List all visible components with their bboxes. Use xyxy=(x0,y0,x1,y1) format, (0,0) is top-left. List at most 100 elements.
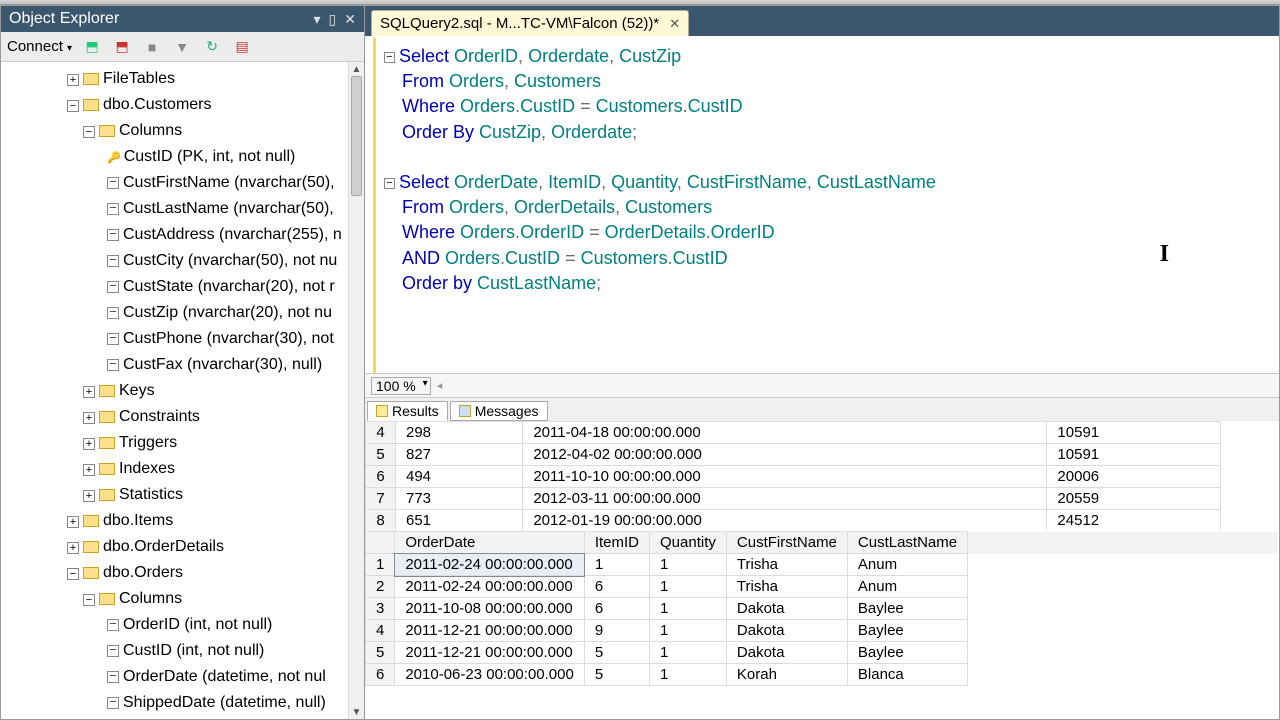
collapse-icon[interactable]: − xyxy=(83,594,95,606)
column-header[interactable]: CustLastName xyxy=(847,532,967,554)
cell[interactable]: 773 xyxy=(396,488,523,510)
cell[interactable]: 2011-02-24 00:00:00.000 xyxy=(395,576,584,598)
scroll-up-icon[interactable]: ▲ xyxy=(349,62,364,76)
cell[interactable]: 2012-04-02 00:00:00.000 xyxy=(523,444,1047,466)
collapse-icon[interactable]: − xyxy=(67,568,79,580)
row-header[interactable]: 5 xyxy=(366,642,395,664)
cell[interactable]: Baylee xyxy=(847,642,967,664)
collapse-icon[interactable]: − xyxy=(83,126,95,138)
cell[interactable]: 6 xyxy=(584,576,649,598)
tree-node-indexes[interactable]: Indexes xyxy=(119,460,175,477)
cell[interactable]: 1 xyxy=(650,642,727,664)
cell[interactable]: 2010-06-23 00:00:00.000 xyxy=(395,664,584,686)
tree-node-orders[interactable]: dbo.Orders xyxy=(103,564,183,581)
connect-icon[interactable]: ⬒ xyxy=(82,37,102,57)
tree-node-orderdetails[interactable]: dbo.OrderDetails xyxy=(103,538,224,555)
row-header[interactable]: 4 xyxy=(366,422,396,444)
tree-node-keys[interactable]: Keys xyxy=(119,382,155,399)
scroll-thumb[interactable] xyxy=(351,76,362,196)
expand-icon[interactable]: + xyxy=(83,490,95,502)
cell[interactable]: 2011-12-21 00:00:00.000 xyxy=(395,620,584,642)
cell[interactable]: 1 xyxy=(650,620,727,642)
results-grid-1[interactable]: 42982011-04-18 00:00:00.0001059158272012… xyxy=(365,421,1279,531)
results-tab[interactable]: Results xyxy=(367,401,448,421)
tree-node-triggers[interactable]: Triggers xyxy=(119,434,177,451)
column-header[interactable]: Quantity xyxy=(650,532,727,554)
tree-col[interactable]: OrderID (int, not null) xyxy=(123,616,272,633)
collapse-icon[interactable]: − xyxy=(67,100,79,112)
dropdown-icon[interactable]: ▾ xyxy=(314,11,321,28)
row-header[interactable]: 8 xyxy=(366,510,396,532)
cell[interactable]: Trisha xyxy=(726,554,847,576)
cell[interactable]: Anum xyxy=(847,576,967,598)
expand-icon[interactable]: + xyxy=(83,438,95,450)
expand-icon[interactable]: + xyxy=(67,516,79,528)
pin-icon[interactable]: ▯ xyxy=(329,11,337,28)
tree-node-filetables[interactable]: FileTables xyxy=(103,70,175,87)
tree-col[interactable]: CustID (int, not null) xyxy=(123,642,264,659)
script-icon[interactable]: ▤ xyxy=(232,37,252,57)
tree-col[interactable]: CustAddress (nvarchar(255), n xyxy=(123,226,342,243)
column-header[interactable]: ItemID xyxy=(584,532,649,554)
row-header[interactable]: 5 xyxy=(366,444,396,466)
tree-node-columns[interactable]: Columns xyxy=(119,590,182,607)
row-header[interactable]: 6 xyxy=(366,664,395,686)
tree-col[interactable]: CustState (nvarchar(20), not r xyxy=(123,278,335,295)
cell[interactable]: Baylee xyxy=(847,598,967,620)
cell[interactable]: Dakota xyxy=(726,620,847,642)
cell[interactable]: 494 xyxy=(396,466,523,488)
cell[interactable]: 5 xyxy=(584,664,649,686)
expand-icon[interactable]: + xyxy=(83,412,95,424)
cell[interactable]: 2011-04-18 00:00:00.000 xyxy=(523,422,1047,444)
cell[interactable]: Anum xyxy=(847,554,967,576)
fold-icon[interactable]: − xyxy=(384,52,395,63)
expand-icon[interactable]: + xyxy=(83,386,95,398)
cell[interactable]: 2011-10-08 00:00:00.000 xyxy=(395,598,584,620)
scroll-left-icon[interactable]: ◂ xyxy=(437,379,443,392)
tree-col[interactable]: ShippedDate (datetime, null) xyxy=(123,694,326,711)
tree-node-constraints[interactable]: Constraints xyxy=(119,408,200,425)
cell[interactable]: 827 xyxy=(396,444,523,466)
cell[interactable]: 1 xyxy=(650,664,727,686)
close-tab-icon[interactable]: ✕ xyxy=(669,16,680,32)
cell[interactable]: 6 xyxy=(584,598,649,620)
cell[interactable]: 1 xyxy=(650,576,727,598)
fold-icon[interactable]: − xyxy=(384,178,395,189)
tree-col[interactable]: CustFirstName (nvarchar(50), xyxy=(123,174,335,191)
cell[interactable]: 1 xyxy=(584,554,649,576)
cell[interactable]: 10591 xyxy=(1047,422,1220,444)
sql-editor[interactable]: −Select OrderID, Orderdate, CustZip From… xyxy=(373,38,1279,373)
tree-node-columns[interactable]: Columns xyxy=(119,122,182,139)
cell[interactable]: 1 xyxy=(650,598,727,620)
cell[interactable]: Trisha xyxy=(726,576,847,598)
row-header[interactable]: 2 xyxy=(366,576,395,598)
disconnect-icon[interactable]: ⬒ xyxy=(112,37,132,57)
tree-col[interactable]: CustPhone (nvarchar(30), not xyxy=(123,330,334,347)
tree-col[interactable]: CustFax (nvarchar(30), null) xyxy=(123,356,322,373)
cell[interactable]: 1 xyxy=(650,554,727,576)
tree-col[interactable]: CustCity (nvarchar(50), not nu xyxy=(123,252,337,269)
cell[interactable]: 651 xyxy=(396,510,523,532)
tree-col[interactable]: CustID (PK, int, not null) xyxy=(124,148,296,165)
cell[interactable]: 20006 xyxy=(1047,466,1220,488)
column-header[interactable]: OrderDate xyxy=(395,532,584,554)
tree-node-items[interactable]: dbo.Items xyxy=(103,512,173,529)
cell[interactable]: Dakota xyxy=(726,598,847,620)
corner-cell[interactable] xyxy=(366,532,395,554)
cell[interactable]: 5 xyxy=(584,642,649,664)
results-grid-2[interactable]: OrderDateItemIDQuantityCustFirstNameCust… xyxy=(365,531,1279,699)
cell[interactable]: 2011-02-24 00:00:00.000 xyxy=(395,554,584,576)
column-header[interactable]: CustFirstName xyxy=(726,532,847,554)
expand-icon[interactable]: + xyxy=(83,464,95,476)
connect-button[interactable]: Connect ▾ xyxy=(7,38,72,55)
cell[interactable]: Baylee xyxy=(847,620,967,642)
cell[interactable]: 2012-01-19 00:00:00.000 xyxy=(523,510,1047,532)
cell[interactable]: Blanca xyxy=(847,664,967,686)
object-tree[interactable]: +FileTables −dbo.Customers −Columns Cust… xyxy=(1,62,364,719)
cell[interactable]: 24512 xyxy=(1047,510,1220,532)
cell[interactable]: 20559 xyxy=(1047,488,1220,510)
tree-col[interactable]: CustZip (nvarchar(20), not nu xyxy=(123,304,332,321)
cell[interactable]: Dakota xyxy=(726,642,847,664)
close-icon[interactable]: ✕ xyxy=(344,11,356,28)
tree-col[interactable]: CustLastName (nvarchar(50), xyxy=(123,200,334,217)
